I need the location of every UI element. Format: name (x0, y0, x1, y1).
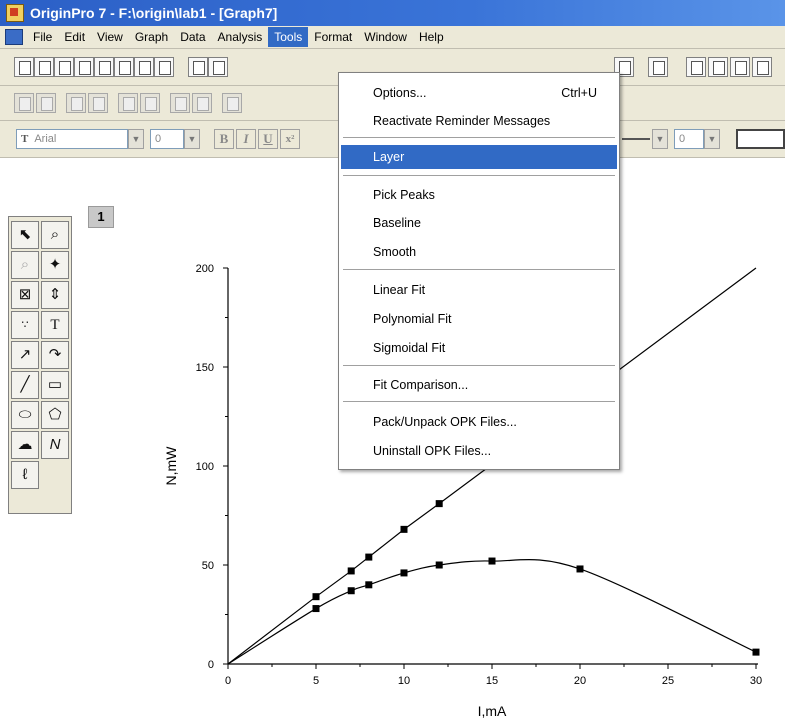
x-tick-label: 15 (486, 675, 498, 687)
tools-menu-dropdown: Options... Ctrl+U Reactivate Reminder Me… (338, 72, 620, 470)
x-tick-label: 20 (574, 675, 586, 687)
text-icon[interactable]: T (41, 311, 69, 339)
layer-1-tab[interactable]: 1 (88, 206, 114, 228)
series-1-point (312, 593, 320, 601)
menu-item-reactivate-reminders[interactable]: Reactivate Reminder Messages (341, 109, 617, 133)
zoom-icon[interactable]: ⌕ (41, 221, 69, 249)
menu-separator (343, 401, 615, 403)
menu-separator (343, 137, 615, 139)
y-tick-label: 0 (208, 659, 214, 671)
menu-item-pick-peaks[interactable]: Pick Peaks (341, 183, 617, 207)
y-tick-label: 50 (202, 560, 214, 572)
menu-item-fit-comparison[interactable]: Fit Comparison... (341, 373, 617, 397)
polyline-icon[interactable]: N (41, 431, 69, 459)
series-2-point (435, 561, 443, 569)
menu-item-baseline[interactable]: Baseline (341, 211, 617, 235)
menu-item-linear-fit[interactable]: Linear Fit (341, 278, 617, 302)
y-tick-label: 100 (196, 461, 214, 473)
series-2-point (347, 587, 355, 595)
x-tick-label: 5 (313, 675, 319, 687)
zoom-out-icon[interactable]: ⌕ (11, 251, 39, 279)
series-1-point (365, 553, 373, 561)
menu-item-options[interactable]: Options... Ctrl+U (341, 81, 617, 105)
screen-reader-icon[interactable]: ⊠ (11, 281, 39, 309)
rectangle-icon[interactable]: ▭ (41, 371, 69, 399)
series-1-point (435, 500, 443, 508)
menu-item-polynomial-fit[interactable]: Polynomial Fit (341, 307, 617, 331)
series-2-point (365, 581, 373, 589)
menu-separator (343, 365, 615, 367)
y-tick-label: 200 (196, 263, 214, 275)
pointer-icon[interactable]: ⬉ (11, 221, 39, 249)
menu-item-options-shortcut: Ctrl+U (561, 86, 597, 100)
series-1-point (347, 567, 355, 575)
arrow-icon[interactable]: ↗ (11, 341, 39, 369)
menu-item-layer[interactable]: Layer (341, 145, 617, 169)
y-axis-label: N,mW (163, 446, 179, 486)
curved-arrow-icon[interactable]: ↷ (41, 341, 69, 369)
series-2-point (576, 565, 584, 573)
menu-item-options-label: Options... (373, 86, 427, 100)
tools-toolbox: ⬉ ⌕ ⌕ ✦ ⊠ ⇕ ∵ T ↗ ↷ ╱ ▭ ⬭ ⬠ ☁ N ℓ (8, 216, 72, 514)
menu-item-smooth[interactable]: Smooth (341, 240, 617, 264)
menu-item-uninstall-opk[interactable]: Uninstall OPK Files... (341, 439, 617, 463)
data-selector-icon[interactable]: ⇕ (41, 281, 69, 309)
series-2-point (488, 557, 496, 565)
region-icon[interactable]: ☁ (11, 431, 39, 459)
menu-separator (343, 175, 615, 177)
x-tick-label: 10 (398, 675, 410, 687)
menu-separator (343, 269, 615, 271)
series-1-point (400, 525, 408, 533)
x-tick-label: 30 (750, 675, 762, 687)
series-2-point (400, 569, 408, 577)
series-2-point (312, 605, 320, 613)
x-tick-label: 25 (662, 675, 674, 687)
x-tick-label: 0 (225, 675, 231, 687)
menu-item-pack-unpack-opk[interactable]: Pack/Unpack OPK Files... (341, 410, 617, 434)
mask-icon[interactable]: ∵ (11, 311, 39, 339)
series-2-point (752, 648, 760, 656)
series-2-line (227, 558, 757, 665)
freehand-icon[interactable]: ℓ (11, 461, 39, 489)
ellipse-icon[interactable]: ⬭ (11, 401, 39, 429)
line-icon[interactable]: ╱ (11, 371, 39, 399)
x-axis-label: I,mA (478, 703, 507, 719)
y-tick-label: 150 (196, 362, 214, 374)
polygon-icon[interactable]: ⬠ (41, 401, 69, 429)
menu-item-sigmoidal-fit[interactable]: Sigmoidal Fit (341, 336, 617, 360)
data-reader-icon[interactable]: ✦ (41, 251, 69, 279)
